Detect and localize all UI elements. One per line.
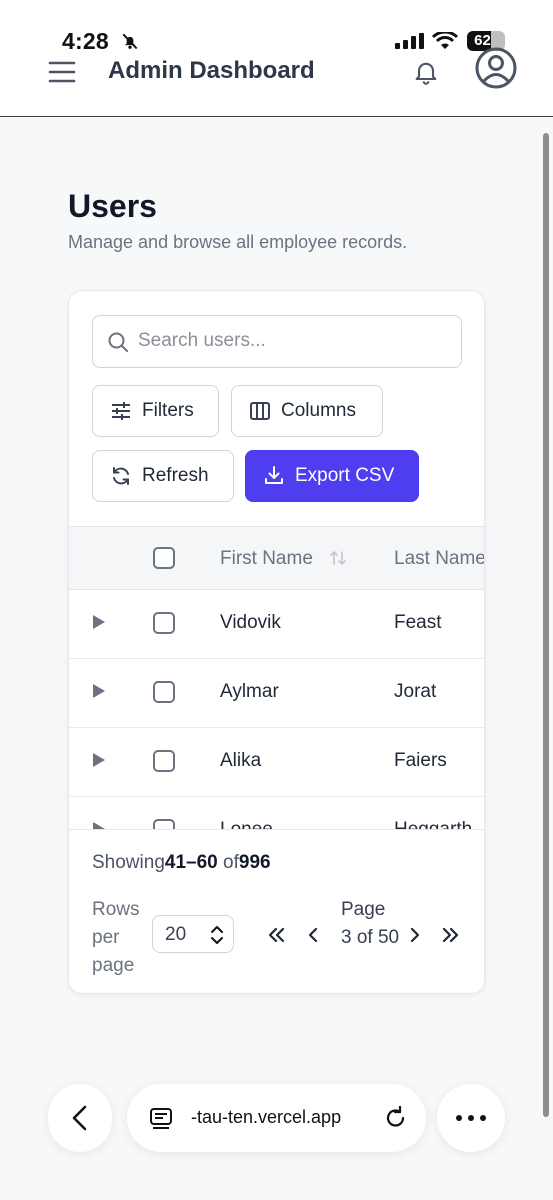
user-avatar-icon[interactable] (474, 46, 518, 90)
tabs-icon[interactable] (149, 1106, 173, 1130)
select-all-checkbox[interactable] (153, 547, 175, 569)
menu-icon[interactable] (48, 59, 76, 85)
column-header-first-name[interactable]: First Name (220, 548, 313, 570)
filters-label: Filters (142, 400, 194, 421)
export-csv-button[interactable]: Export CSV (245, 450, 419, 502)
previous-page-icon[interactable] (300, 922, 326, 948)
table-footer: Showing41–60 of996 Rows per page 20 Page… (69, 829, 484, 993)
app-title: Admin Dashboard (108, 57, 315, 84)
expand-row-icon[interactable] (93, 684, 105, 698)
table-body: Vidovik Feast Aylmar Jorat Alika Faiers … (69, 590, 484, 829)
column-header-last-name[interactable]: Last Name (394, 548, 484, 570)
users-table-card: Filters Columns Refresh Export CSV First… (68, 290, 485, 994)
search-input[interactable] (138, 316, 448, 366)
cell-first-name: Alika (220, 750, 262, 771)
page-indicator: Page 3 of 50 (341, 899, 400, 948)
showing-range: 41–60 (164, 852, 218, 873)
refresh-label: Refresh (142, 465, 209, 486)
sort-icon[interactable] (329, 549, 347, 567)
chevron-up-down-icon (211, 926, 223, 944)
refresh-button[interactable]: Refresh (92, 450, 234, 502)
next-page-icon[interactable] (402, 922, 428, 948)
cell-last-name: Faiers (394, 750, 447, 771)
cell-last-name: Jorat (394, 681, 437, 702)
cell-first-name: Vidovik (220, 612, 281, 633)
table-row[interactable]: Aylmar Jorat (69, 659, 484, 728)
columns-label: Columns (281, 400, 356, 421)
cell-last-name: Heggarth (394, 819, 472, 829)
expand-row-icon[interactable] (93, 615, 105, 629)
table-row[interactable]: Lonee Heggarth (69, 797, 484, 829)
refresh-icon (113, 467, 129, 485)
app-header: 4:28 62 Admin Dashboard (0, 0, 553, 117)
browser-more-button[interactable] (437, 1084, 505, 1152)
sliders-icon (112, 402, 130, 420)
page-subtitle: Manage and browse all employee records. (68, 232, 408, 252)
row-checkbox[interactable] (153, 819, 175, 829)
expand-row-icon[interactable] (93, 822, 105, 829)
table-header: First Name Last Name (69, 526, 484, 590)
row-checkbox[interactable] (153, 750, 175, 772)
row-checkbox[interactable] (153, 612, 175, 634)
table-row[interactable]: Vidovik Feast (69, 590, 484, 659)
page-title: Users (68, 188, 157, 224)
signal-icon (395, 33, 424, 49)
last-page-icon[interactable] (438, 922, 464, 948)
table-row[interactable]: Alika Faiers (69, 728, 484, 797)
bell-icon[interactable] (412, 58, 440, 86)
rows-per-page-select[interactable]: 20 (152, 915, 234, 953)
browser-url[interactable]: -tau-ten.vercel.app (191, 1107, 341, 1128)
cell-first-name: Lonee (220, 819, 273, 829)
cell-first-name: Aylmar (220, 681, 279, 702)
chevron-left-icon (72, 1105, 87, 1131)
browser-address-bar[interactable]: -tau-ten.vercel.app (127, 1084, 426, 1152)
row-checkbox[interactable] (153, 681, 175, 703)
rows-per-page-value: 20 (165, 924, 187, 945)
showing-total: 996 (238, 852, 271, 873)
search-icon (108, 332, 128, 352)
filters-button[interactable]: Filters (92, 385, 219, 437)
export-csv-label: Export CSV (295, 465, 395, 486)
rows-per-page-label: Rows per page (92, 899, 140, 976)
bell-off-icon (122, 33, 138, 50)
columns-button[interactable]: Columns (231, 385, 383, 437)
status-time: 4:28 (62, 28, 109, 54)
wifi-icon (432, 32, 458, 49)
page-scrollbar[interactable] (543, 133, 549, 1117)
download-icon (265, 466, 283, 484)
expand-row-icon[interactable] (93, 753, 105, 767)
search-box[interactable] (92, 315, 462, 368)
reload-icon[interactable] (383, 1105, 409, 1131)
browser-back-button[interactable] (48, 1084, 112, 1152)
cell-last-name: Feast (394, 612, 442, 633)
first-page-icon[interactable] (263, 922, 289, 948)
showing-of: of (223, 852, 239, 873)
more-icon (456, 1115, 486, 1121)
showing-prefix: Showing (92, 852, 165, 873)
showing-summary: Showing41–60 of996 (92, 852, 271, 874)
columns-icon (250, 402, 270, 420)
